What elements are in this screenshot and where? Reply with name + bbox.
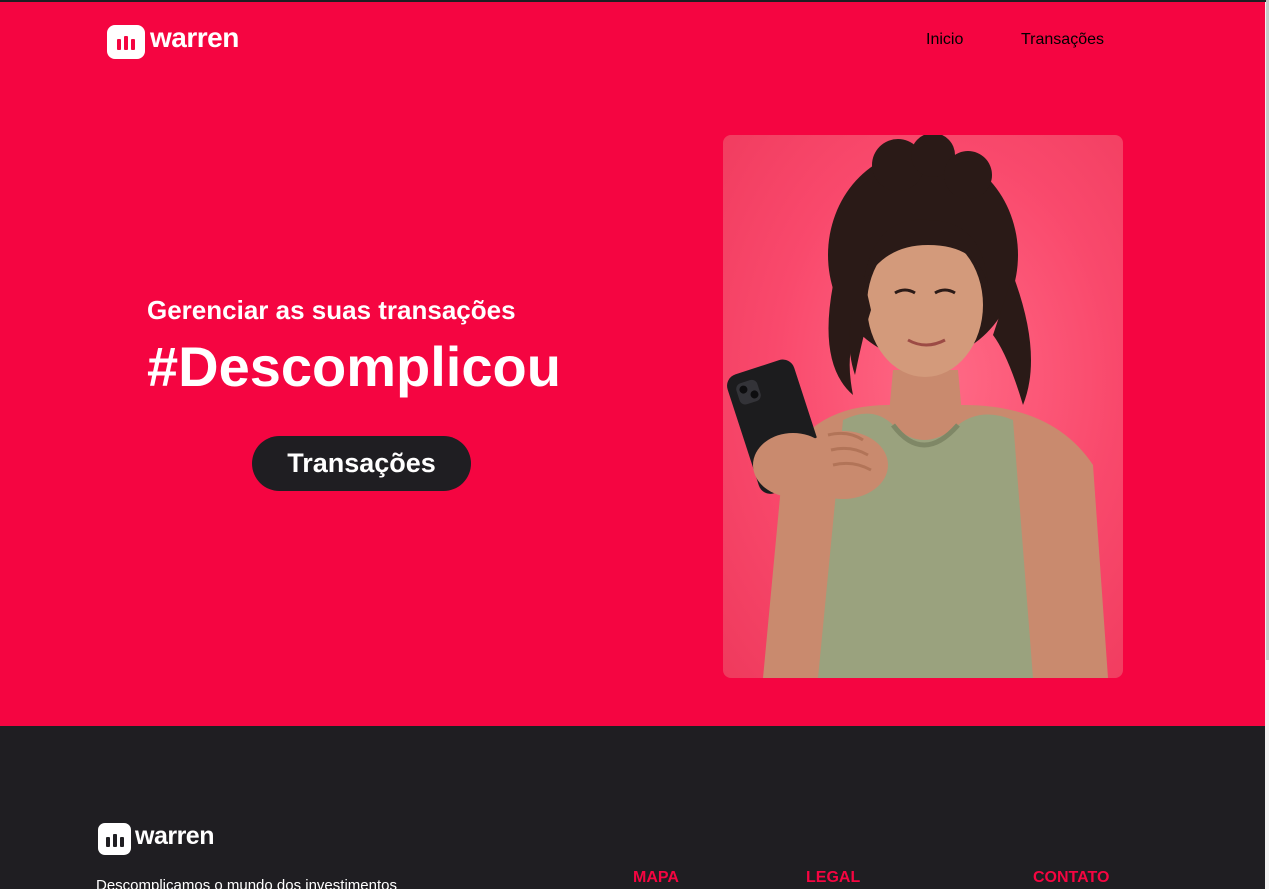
footer-tagline: Descomplicamos o mundo dos investimentos	[96, 877, 397, 889]
header-logo[interactable]: warren	[107, 22, 239, 59]
hero-title: #Descomplicou	[147, 335, 561, 398]
warren-logo-icon	[107, 25, 145, 59]
footer	[0, 726, 1265, 889]
woman-with-phone-illustration	[727, 135, 1108, 678]
footer-heading-mapa: MAPA	[633, 869, 679, 886]
warren-logo-icon	[98, 823, 131, 855]
nav-link-transacoes[interactable]: Transações	[1021, 31, 1104, 49]
footer-heading-legal: LEGAL	[806, 869, 861, 886]
footer-heading-contato: CONTATO	[1033, 869, 1110, 886]
page: warren Inicio Transações Gerenciar as su…	[0, 0, 1269, 889]
hero-image	[723, 135, 1123, 678]
brand-name: warren	[150, 22, 239, 53]
nav-link-inicio[interactable]: Inicio	[926, 31, 963, 49]
footer-brand-name: warren	[135, 821, 214, 850]
hero-subtitle: Gerenciar as suas transações	[147, 295, 516, 325]
transacoes-button[interactable]: Transações	[252, 436, 471, 491]
footer-logo[interactable]: warren	[98, 821, 214, 855]
